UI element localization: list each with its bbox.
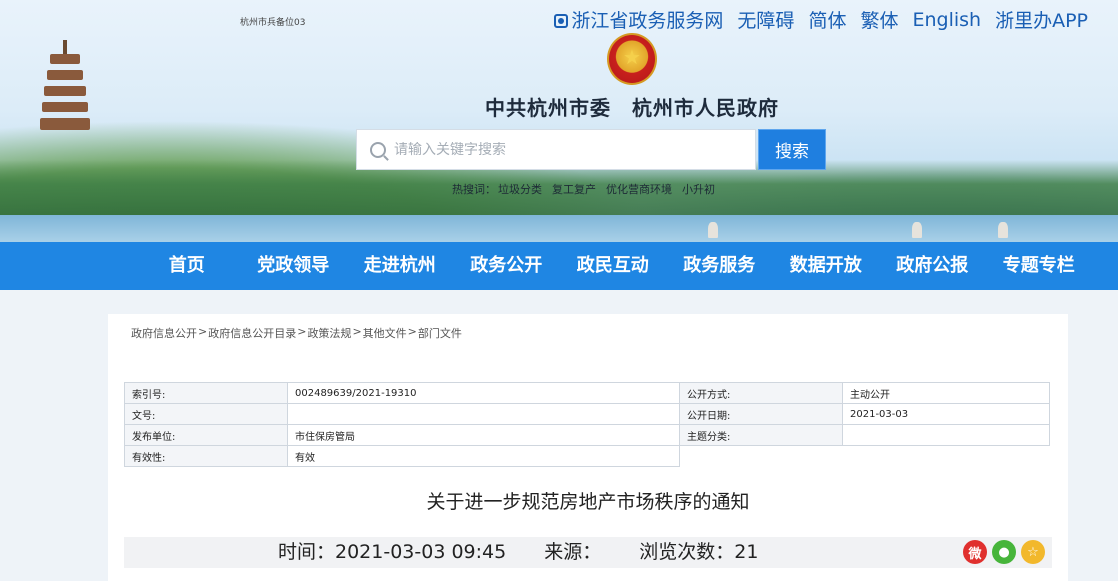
breadcrumb: 政府信息公开 > 政府信息公开目录 > 政策法规 > 其他文件 > 部门文件 bbox=[131, 325, 462, 341]
nav-item-open-data[interactable]: 数据开放 bbox=[773, 242, 880, 290]
breadcrumb-item[interactable]: 其他文件 bbox=[363, 325, 407, 341]
zhejiang-service-label: 浙江省政务服务网 bbox=[571, 10, 724, 32]
lake-pagoda-icon bbox=[998, 222, 1008, 238]
search-input[interactable] bbox=[394, 141, 734, 158]
hotword-link[interactable]: 垃圾分类 bbox=[498, 181, 542, 197]
hot-search-words: 热搜词： 垃圾分类 复工复产 优化营商环境 小升初 bbox=[452, 181, 715, 197]
zhejiang-icon bbox=[554, 14, 569, 28]
index-value: 002489639/2021-19310 bbox=[287, 382, 680, 404]
wechat-icon[interactable]: ● bbox=[992, 540, 1016, 564]
document-info-bar: 时间：2021-03-03 09:45 来源： 浏览次数：21 微 ● ☆ bbox=[124, 537, 1052, 568]
publish-date-value: 2021-03-03 bbox=[842, 403, 1050, 425]
publish-time: 时间：2021-03-03 09:45 bbox=[278, 541, 507, 563]
topic-value bbox=[842, 424, 1050, 446]
simplified-chinese-link[interactable]: 简体 bbox=[808, 6, 846, 33]
weibo-icon[interactable]: 微 bbox=[963, 540, 987, 564]
nav-item-about-hangzhou[interactable]: 走进杭州 bbox=[347, 242, 454, 290]
app-link[interactable]: 浙里办APP bbox=[995, 6, 1088, 33]
index-label: 索引号: bbox=[124, 382, 288, 404]
government-title: 中共杭州市委 杭州市人民政府 bbox=[485, 96, 779, 120]
top-links: 浙江省政务服务网 无障碍 简体 繁体 English 浙里办APP bbox=[554, 6, 1088, 33]
breadcrumb-item[interactable]: 政府信息公开目录 bbox=[208, 325, 296, 341]
header-banner bbox=[0, 0, 1118, 242]
breadcrumb-item[interactable]: 政策法规 bbox=[307, 325, 351, 341]
traditional-chinese-link[interactable]: 繁体 bbox=[860, 6, 898, 33]
breadcrumb-item[interactable]: 政府信息公开 bbox=[131, 325, 197, 341]
accessibility-link[interactable]: 无障碍 bbox=[737, 6, 794, 33]
banner-lake bbox=[0, 215, 1118, 242]
hotword-link[interactable]: 小升初 bbox=[682, 181, 715, 197]
method-value: 主动公开 bbox=[842, 382, 1050, 404]
table-row: 文号: 公开日期: 2021-03-03 bbox=[124, 403, 1050, 425]
document-meta-table: 索引号: 002489639/2021-19310 公开方式: 主动公开 文号:… bbox=[124, 382, 1050, 467]
search-button[interactable]: 搜索 bbox=[758, 129, 826, 170]
lake-pagoda-icon bbox=[708, 222, 718, 238]
lake-pagoda-icon bbox=[912, 222, 922, 238]
breadcrumb-separator: > bbox=[297, 325, 307, 338]
zhejiang-service-link[interactable]: 浙江省政务服务网 bbox=[554, 6, 723, 33]
issuer-label: 发布单位: bbox=[124, 424, 288, 446]
nav-item-interaction[interactable]: 政民互动 bbox=[560, 242, 667, 290]
search-icon bbox=[370, 141, 386, 158]
topic-label: 主题分类: bbox=[679, 424, 843, 446]
table-row: 发布单位: 市住保房管局 主题分类: bbox=[124, 424, 1050, 446]
doc-number-value bbox=[287, 403, 680, 425]
main-nav: 首页 党政领导 走进杭州 政务公开 政民互动 政务服务 数据开放 政府公报 专题… bbox=[0, 242, 1118, 290]
breadcrumb-separator: > bbox=[352, 325, 362, 338]
nav-item-home[interactable]: 首页 bbox=[134, 242, 241, 290]
nav-item-special[interactable]: 专题专栏 bbox=[986, 242, 1093, 290]
hotwords-label: 热搜词： bbox=[452, 183, 496, 196]
doc-number-label: 文号: bbox=[124, 403, 288, 425]
view-count: 浏览次数：21 bbox=[639, 541, 759, 563]
nav-item-services[interactable]: 政务服务 bbox=[666, 242, 773, 290]
table-row: 索引号: 002489639/2021-19310 公开方式: 主动公开 bbox=[124, 382, 1050, 404]
nav-item-leaders[interactable]: 党政领导 bbox=[240, 242, 347, 290]
share-buttons: 微 ● ☆ bbox=[963, 540, 1045, 564]
table-row: 有效性: 有效 bbox=[124, 445, 1050, 467]
content-panel: 政府信息公开 > 政府信息公开目录 > 政策法规 > 其他文件 > 部门文件 索引号: … bbox=[108, 314, 1068, 581]
breadcrumb-item[interactable]: 部门文件 bbox=[418, 325, 462, 341]
document-title: 关于进一步规范房地产市场秩序的通知 bbox=[426, 491, 750, 513]
validity-value: 有效 bbox=[287, 445, 680, 467]
issuer-value: 市住保房管局 bbox=[287, 424, 680, 446]
search-bar bbox=[356, 129, 756, 170]
method-label: 公开方式: bbox=[679, 382, 843, 404]
publish-date-label: 公开日期: bbox=[679, 403, 843, 425]
english-link[interactable]: English bbox=[912, 9, 981, 31]
validity-label: 有效性: bbox=[124, 445, 288, 467]
favorite-icon[interactable]: ☆ bbox=[1021, 540, 1045, 564]
breadcrumb-separator: > bbox=[407, 325, 417, 338]
breadcrumb-separator: > bbox=[198, 325, 208, 338]
source: 来源： bbox=[544, 541, 602, 563]
hotword-link[interactable]: 优化营商环境 bbox=[606, 181, 672, 197]
nav-item-gov-affairs[interactable]: 政务公开 bbox=[453, 242, 560, 290]
national-emblem-icon bbox=[607, 33, 657, 85]
nav-item-gazette[interactable]: 政府公报 bbox=[879, 242, 986, 290]
hotword-link[interactable]: 复工复产 bbox=[552, 181, 596, 197]
site-record-code: 杭州市兵备位03 bbox=[240, 18, 306, 28]
